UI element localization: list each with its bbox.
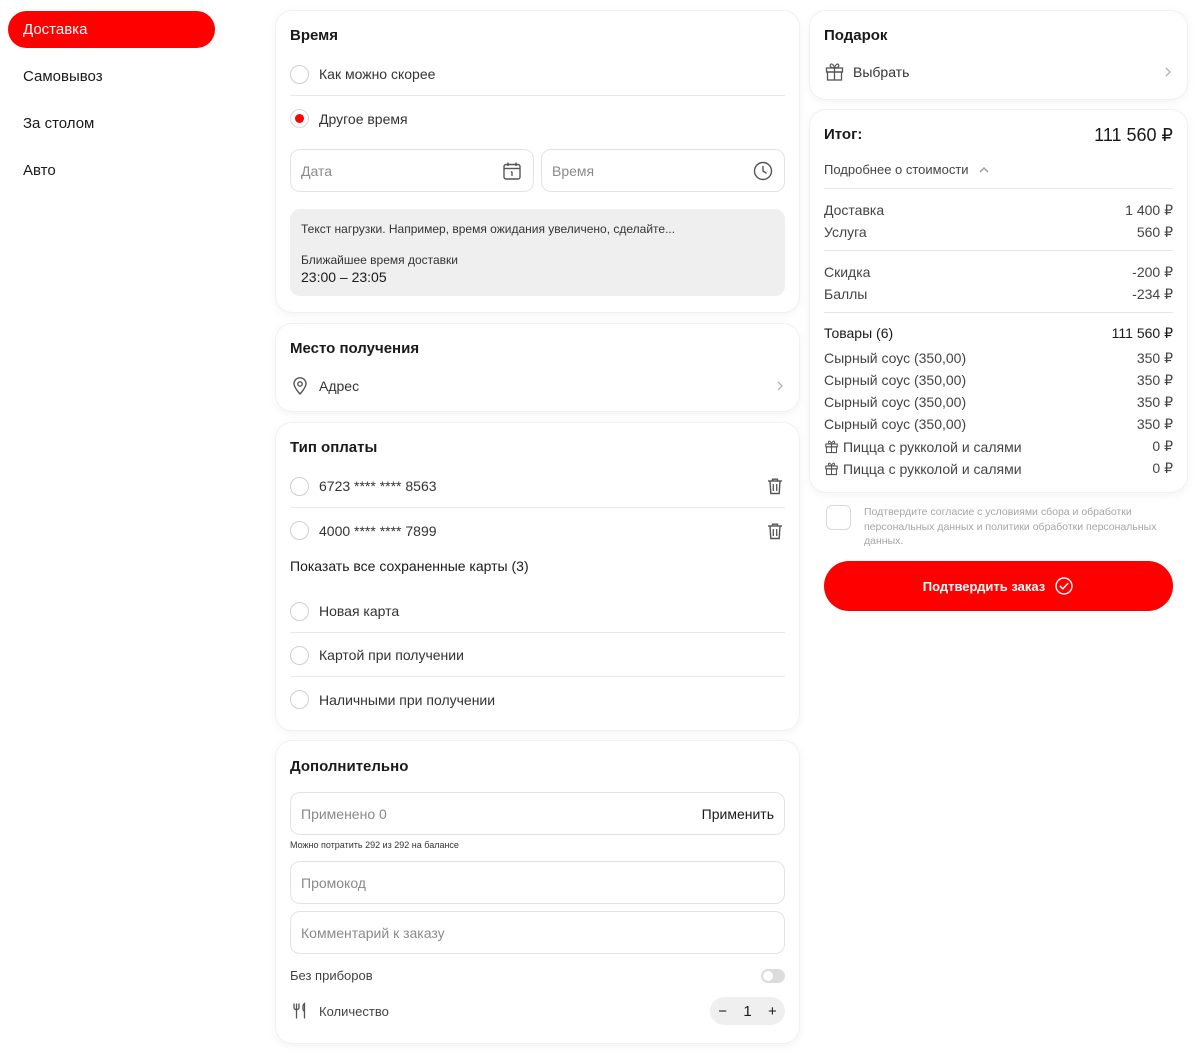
clock-icon[interactable]: [752, 160, 774, 182]
gift-item-row: Пицца с рукколой и салями 0 ₽: [824, 460, 1173, 477]
date-input[interactable]: [301, 162, 501, 179]
fork-knife-icon: [293, 1002, 306, 1019]
confirm-order-button[interactable]: Подтвердить заказ: [824, 561, 1173, 611]
radio-card-on-delivery[interactable]: [290, 645, 309, 665]
quantity-row: Количество: [290, 1001, 389, 1021]
payment-title: Тип оплаты: [290, 439, 378, 456]
consent-checkbox[interactable]: [826, 505, 851, 530]
comment-field[interactable]: [290, 911, 785, 954]
calendar-icon[interactable]: [501, 160, 523, 182]
chevron-up-icon: [979, 166, 989, 172]
gift-icon: [825, 63, 844, 81]
quantity-value: 1: [743, 1002, 752, 1020]
saved-card-row[interactable]: 4000 **** **** 7899: [290, 509, 785, 552]
quantity-stepper[interactable]: − 1 +: [710, 997, 785, 1025]
divider: [824, 312, 1173, 313]
points-input[interactable]: [301, 805, 702, 822]
gift-icon: [825, 462, 838, 476]
show-all-cards-link[interactable]: Показать все сохраненные карты (3): [290, 558, 529, 574]
time-field[interactable]: [541, 149, 785, 192]
radio-cash[interactable]: [290, 690, 309, 709]
load-info-text: Текст нагрузки. Например, время ожидания…: [301, 222, 676, 236]
apply-points-button[interactable]: Применить: [702, 806, 774, 822]
chevron-right-icon: [1165, 67, 1171, 76]
gift-icon: [825, 440, 838, 454]
price-details-toggle[interactable]: Подробнее о стоимости: [824, 162, 990, 177]
order-item-row: Сырный соус (350,00) 350 ₽: [824, 350, 1173, 366]
nav-item-pickup[interactable]: Самовывоз: [8, 58, 215, 95]
gift-card: Подарок Выбрать: [810, 11, 1187, 99]
points-field[interactable]: Применить: [290, 792, 785, 835]
time-card: Время Как можно скорее Другое время Текс…: [276, 11, 799, 312]
summary-card: Итог: 111 560 ₽ Подробнее о стоимости До…: [810, 110, 1187, 492]
card-number: 6723 **** **** 8563: [319, 478, 437, 494]
quantity-minus-button[interactable]: −: [718, 1003, 727, 1020]
order-item-row: Сырный соус (350,00) 350 ₽: [824, 416, 1173, 432]
goods-row: Товары (6) 111 560 ₽: [824, 325, 1173, 341]
place-title: Место получения: [290, 340, 420, 357]
time-title: Время: [290, 27, 338, 44]
radio-asap[interactable]: [290, 64, 309, 84]
payment-option-cash[interactable]: Наличными при получении: [290, 678, 785, 721]
radio-saved-card[interactable]: [290, 521, 309, 540]
trash-icon[interactable]: [765, 476, 785, 496]
choose-gift-row[interactable]: Выбрать: [824, 50, 1173, 93]
total-label: Итог:: [824, 126, 863, 143]
radio-saved-card[interactable]: [290, 476, 309, 496]
location-pin-icon: [293, 376, 307, 395]
payment-card: Тип оплаты 6723 **** **** 8563 4000 ****…: [276, 423, 799, 730]
divider: [824, 188, 1173, 189]
address-row[interactable]: Адрес: [290, 364, 785, 407]
choose-gift-label: Выбрать: [853, 63, 910, 80]
trash-icon[interactable]: [765, 521, 785, 541]
nav-item-delivery[interactable]: Доставка: [8, 11, 215, 48]
promo-input[interactable]: [301, 874, 774, 891]
nav-item-car[interactable]: Авто: [8, 152, 215, 189]
nav-item-at-table[interactable]: За столом: [8, 105, 215, 142]
comment-input[interactable]: [301, 924, 774, 941]
radio-other-time[interactable]: [290, 109, 309, 128]
check-circle-icon: [1055, 577, 1073, 595]
extra-card: Дополнительно Применить Можно потратить …: [276, 741, 799, 1043]
place-card: Место получения Адрес: [276, 324, 799, 411]
payment-option-new-card[interactable]: Новая карта: [290, 590, 785, 633]
order-item-row: Сырный соус (350,00) 350 ₽: [824, 394, 1173, 410]
consent-text: Подтвердите согласие с условиями сбора и…: [864, 506, 1157, 547]
points-row: Баллы -234 ₽: [824, 286, 1173, 302]
promo-field[interactable]: [290, 861, 785, 904]
delivery-info-box: Текст нагрузки. Например, время ожидания…: [290, 209, 785, 296]
time-input[interactable]: [552, 162, 752, 179]
extra-title: Дополнительно: [290, 758, 409, 775]
order-item-row: Сырный соус (350,00) 350 ₽: [824, 372, 1173, 388]
address-label: Адрес: [319, 377, 360, 394]
no-cutlery-label: Без приборов: [290, 968, 373, 983]
quantity-label: Количество: [319, 1003, 389, 1019]
radio-new-card[interactable]: [290, 601, 309, 621]
saved-card-row[interactable]: 6723 **** **** 8563: [290, 465, 785, 508]
nearest-time-label: Ближайшее время доставки: [301, 253, 459, 267]
divider: [824, 250, 1173, 251]
gift-title: Подарок: [824, 27, 888, 44]
balance-note: Можно потратить 292 из 292 на балансе: [290, 840, 459, 850]
payment-option-card-on-delivery[interactable]: Картой при получении: [290, 634, 785, 677]
date-field[interactable]: [290, 149, 534, 192]
time-option-other[interactable]: Другое время: [290, 97, 785, 140]
chevron-right-icon: [777, 381, 783, 390]
service-cost-row: Услуга 560 ₽: [824, 224, 1173, 240]
time-option-asap[interactable]: Как можно скорее: [290, 53, 785, 96]
quantity-plus-button[interactable]: +: [768, 1003, 777, 1020]
total-value: 111 560 ₽: [1094, 125, 1173, 145]
delivery-cost-row: Доставка 1 400 ₽: [824, 202, 1173, 218]
nearest-time-value: 23:00 – 23:05: [301, 269, 387, 285]
card-number: 4000 **** **** 7899: [319, 522, 437, 539]
discount-row: Скидка -200 ₽: [824, 264, 1173, 280]
no-cutlery-toggle[interactable]: [761, 969, 785, 983]
gift-item-row: Пицца с рукколой и салями 0 ₽: [824, 438, 1173, 455]
